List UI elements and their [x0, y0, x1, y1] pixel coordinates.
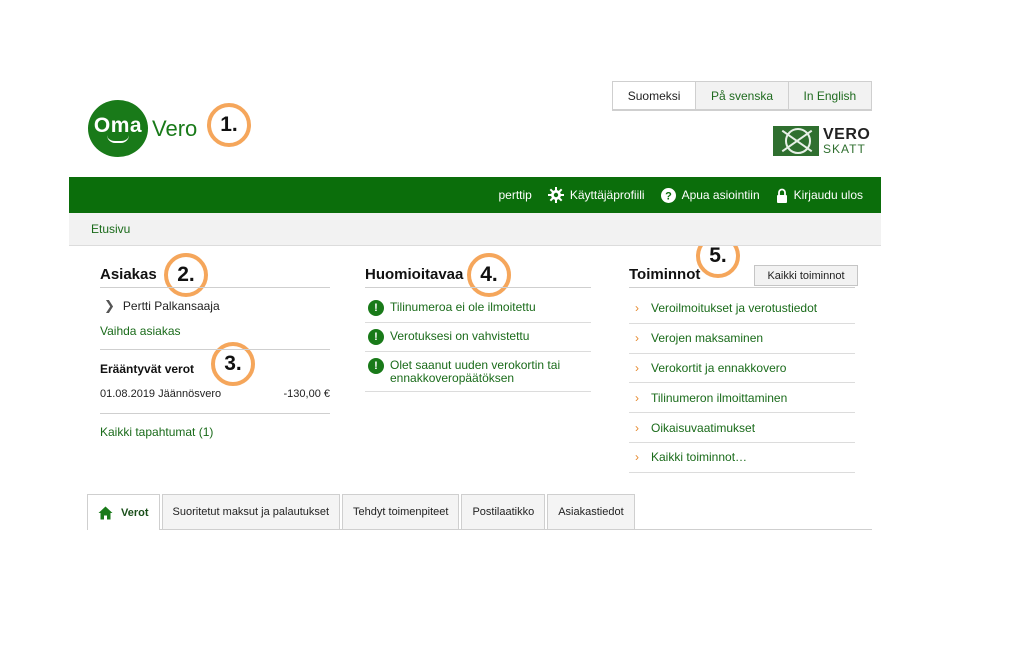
exclamation-icon: ! [368, 300, 384, 316]
gear-icon [547, 187, 564, 203]
language-switcher: Suomeksi På svenska In English [612, 81, 872, 111]
customer-name-row: ❯ Pertti Palkansaaja [104, 298, 330, 314]
logo-vero-text: Vero [152, 115, 198, 141]
callout-badge-1: 1. [207, 103, 251, 147]
notices-panel: Huomioitavaa ! Tilinumeroa ei ole ilmoit… [365, 258, 591, 392]
logo-oma-text: Oma [93, 113, 143, 137]
actions-panel: Toiminnot › Veroilmoitukset ja verotusti… [629, 258, 855, 473]
tab-label: Asiakastiedot [558, 506, 624, 518]
action-label: Tilinumeron ilmoittaminen [651, 390, 788, 405]
tab-customer-info[interactable]: Asiakastiedot [547, 494, 635, 529]
exclamation-icon: ! [368, 329, 384, 345]
top-navigation-bar: perttip Käyttäjäprofiili ? Apua asiointi… [69, 177, 881, 213]
lang-english[interactable]: In English [787, 82, 871, 109]
user-profile-link[interactable]: Käyttäjäprofiili [547, 187, 645, 203]
chevron-right-icon: › [635, 301, 639, 316]
due-taxes-title: Erääntyvät verot [100, 362, 195, 376]
switch-customer-link[interactable]: Vaihda asiakas [100, 324, 330, 350]
due-tax-amount: -130,00 € [283, 388, 330, 400]
user-profile-label: Käyttäjäprofiili [569, 188, 645, 202]
main-tabs: Verot Suoritetut maksut ja palautukset T… [87, 494, 872, 530]
notice-item[interactable]: ! Verotuksesi on vahvistettu [365, 323, 591, 352]
vero-skatt-logo: VERO SKATT [773, 126, 870, 156]
tab-payments[interactable]: Suoritetut maksut ja palautukset [161, 494, 341, 529]
chevron-right-icon: › [635, 450, 639, 465]
all-events-link[interactable]: Kaikki tapahtumat (1) [100, 425, 330, 439]
skatt-logo-line2: SKATT [823, 142, 866, 156]
logout-link[interactable]: Kirjaudu ulos [776, 188, 863, 203]
breadcrumb-home[interactable]: Etusivu [91, 222, 130, 236]
question-icon: ? [660, 187, 676, 203]
customer-panel: Asiakas ❯ Pertti Palkansaaja Vaihda asia… [100, 258, 330, 439]
action-label: Verokortit ja ennakkovero [651, 360, 787, 375]
svg-text:?: ? [665, 190, 672, 202]
help-link[interactable]: ? Apua asiointiin [660, 187, 760, 203]
home-icon [98, 506, 113, 519]
tab-taxes[interactable]: Verot [87, 494, 160, 530]
lock-icon [776, 188, 787, 203]
customer-title: Asiakas [100, 258, 330, 288]
vero-emblem-icon [773, 126, 819, 156]
action-link-paying-taxes[interactable]: › Verojen maksaminen [629, 324, 855, 354]
tab-mailbox[interactable]: Postilaatikko [461, 494, 546, 529]
chevron-right-icon: › [635, 331, 639, 346]
customer-name: Pertti Palkansaaja [122, 299, 220, 313]
tab-label: Tehdyt toimenpiteet [353, 506, 449, 518]
logout-label: Kirjaudu ulos [793, 188, 863, 202]
notice-text: Verotuksesi on vahvistettu [390, 329, 530, 343]
tab-label: Suoritetut maksut ja palautukset [172, 506, 330, 518]
action-link-all-actions[interactable]: › Kaikki toiminnot… [629, 443, 855, 473]
chevron-right-icon: › [635, 360, 639, 375]
notice-item[interactable]: ! Olet saanut uuden verokortin tai ennak… [365, 352, 591, 392]
due-tax-row: 01.08.2019 Jäännösvero -130,00 € [100, 388, 330, 414]
tab-actions-taken[interactable]: Tehdyt toimenpiteet [342, 494, 460, 529]
action-label: Kaikki toiminnot… [651, 450, 748, 465]
breadcrumb: Etusivu [69, 213, 881, 246]
tab-label: Verot [121, 506, 149, 519]
notices-title: Huomioitavaa [365, 258, 591, 288]
action-label: Verojen maksaminen [651, 331, 764, 346]
action-link-appeals[interactable]: › Oikaisuvaatimukset [629, 413, 855, 443]
notice-text: Tilinumeroa ei ole ilmoitettu [390, 300, 536, 314]
lang-finnish[interactable]: Suomeksi [613, 82, 696, 109]
lang-swedish[interactable]: På svenska [695, 82, 788, 109]
notice-item[interactable]: ! Tilinumeroa ei ole ilmoitettu [365, 294, 591, 323]
smile-icon [107, 135, 129, 143]
username: perttip [498, 188, 532, 202]
chevron-right-icon: ❯ [104, 298, 115, 313]
chevron-right-icon: › [635, 390, 639, 405]
action-label: Oikaisuvaatimukset [651, 420, 756, 435]
action-link-account-number[interactable]: › Tilinumeron ilmoittaminen [629, 383, 855, 414]
action-link-tax-returns[interactable]: › Veroilmoitukset ja verotustiedot [629, 294, 855, 324]
help-label: Apua asiointiin [681, 188, 760, 202]
exclamation-icon: ! [368, 358, 384, 374]
actions-title: Toiminnot [629, 258, 855, 288]
omavero-logo[interactable]: Oma Vero [88, 100, 197, 157]
chevron-right-icon: › [635, 420, 639, 435]
skatt-logo-line1: VERO [823, 126, 871, 143]
notice-text: Olet saanut uuden verokortin tai ennakko… [390, 358, 561, 385]
tab-label: Postilaatikko [472, 506, 535, 518]
due-tax-date-type: 01.08.2019 Jäännösvero [100, 388, 222, 400]
action-label: Veroilmoitukset ja verotustiedot [651, 301, 818, 316]
logo-circle: Oma [88, 100, 148, 157]
action-link-tax-cards[interactable]: › Verokortit ja ennakkovero [629, 354, 855, 384]
user-link[interactable]: perttip [499, 188, 532, 202]
